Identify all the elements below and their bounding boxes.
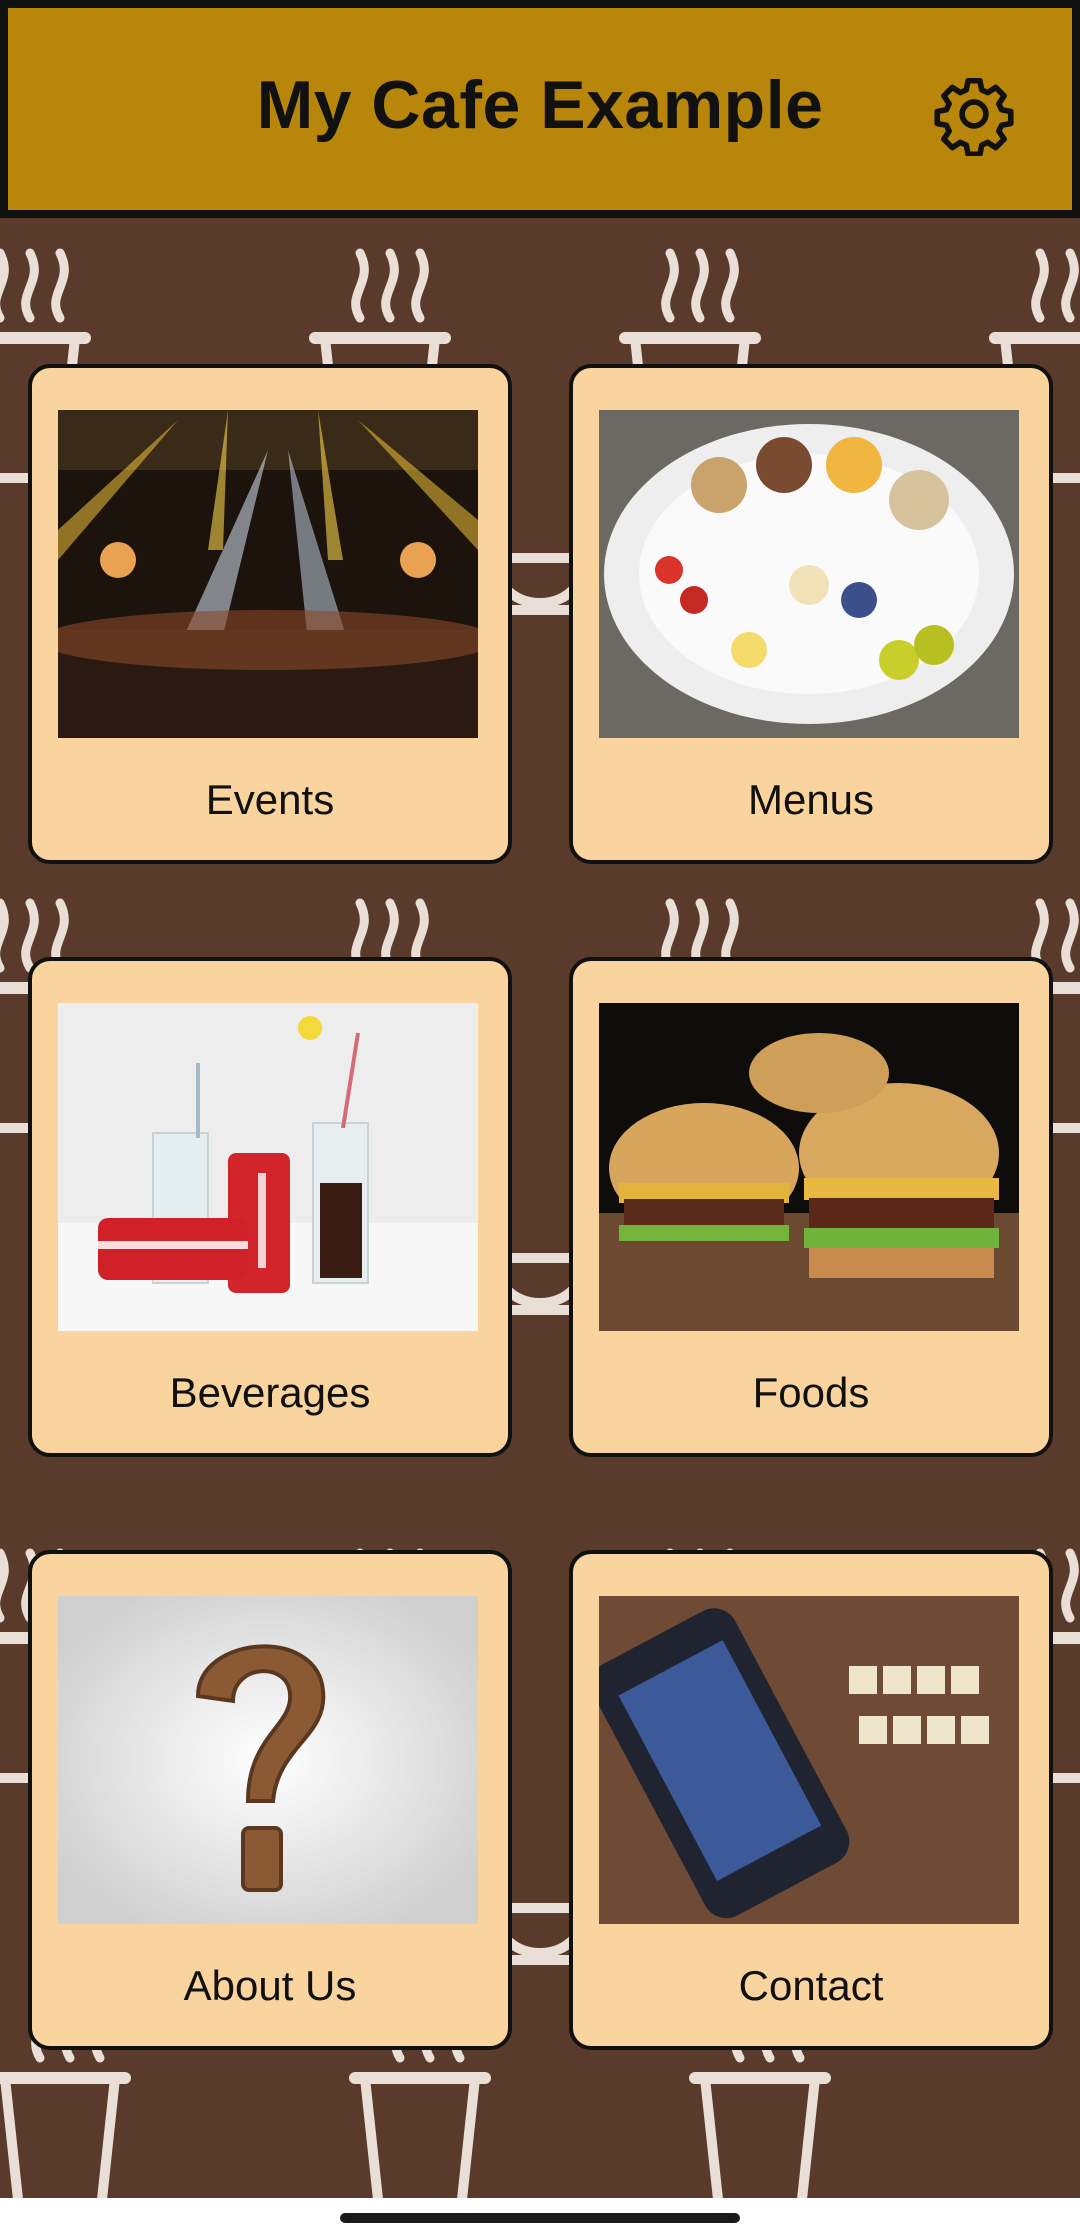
home-indicator[interactable] — [340, 2213, 740, 2223]
tile-label: Contact — [738, 1962, 884, 2009]
tile-label: Menus — [747, 776, 875, 823]
tile-about-us[interactable]: About Us — [28, 1550, 512, 2050]
events-image — [58, 410, 478, 738]
tile-label: About Us — [183, 1962, 357, 2009]
tile-label: Beverages — [169, 1369, 371, 1416]
app-title: My Cafe Example — [256, 67, 824, 143]
menus-image — [599, 410, 1019, 738]
tile-label: Foods — [752, 1369, 870, 1416]
tile-beverages[interactable]: Beverages — [28, 957, 512, 1457]
foods-image — [599, 1003, 1019, 1331]
tile-events[interactable]: Events — [28, 364, 512, 864]
beverages-image — [58, 1003, 478, 1331]
tile-contact[interactable]: Contact — [569, 1550, 1053, 2050]
tile-foods[interactable]: Foods — [569, 957, 1053, 1457]
app-header: My Cafe Example — [0, 0, 1080, 218]
tile-menus[interactable]: Menus — [569, 364, 1053, 864]
contact-image — [599, 1596, 1019, 1924]
navigation-bar — [0, 2198, 1080, 2239]
about-us-image — [58, 1596, 478, 1924]
gear-icon — [934, 77, 1014, 158]
tile-label: Events — [205, 776, 335, 823]
settings-button[interactable] — [932, 72, 1016, 158]
